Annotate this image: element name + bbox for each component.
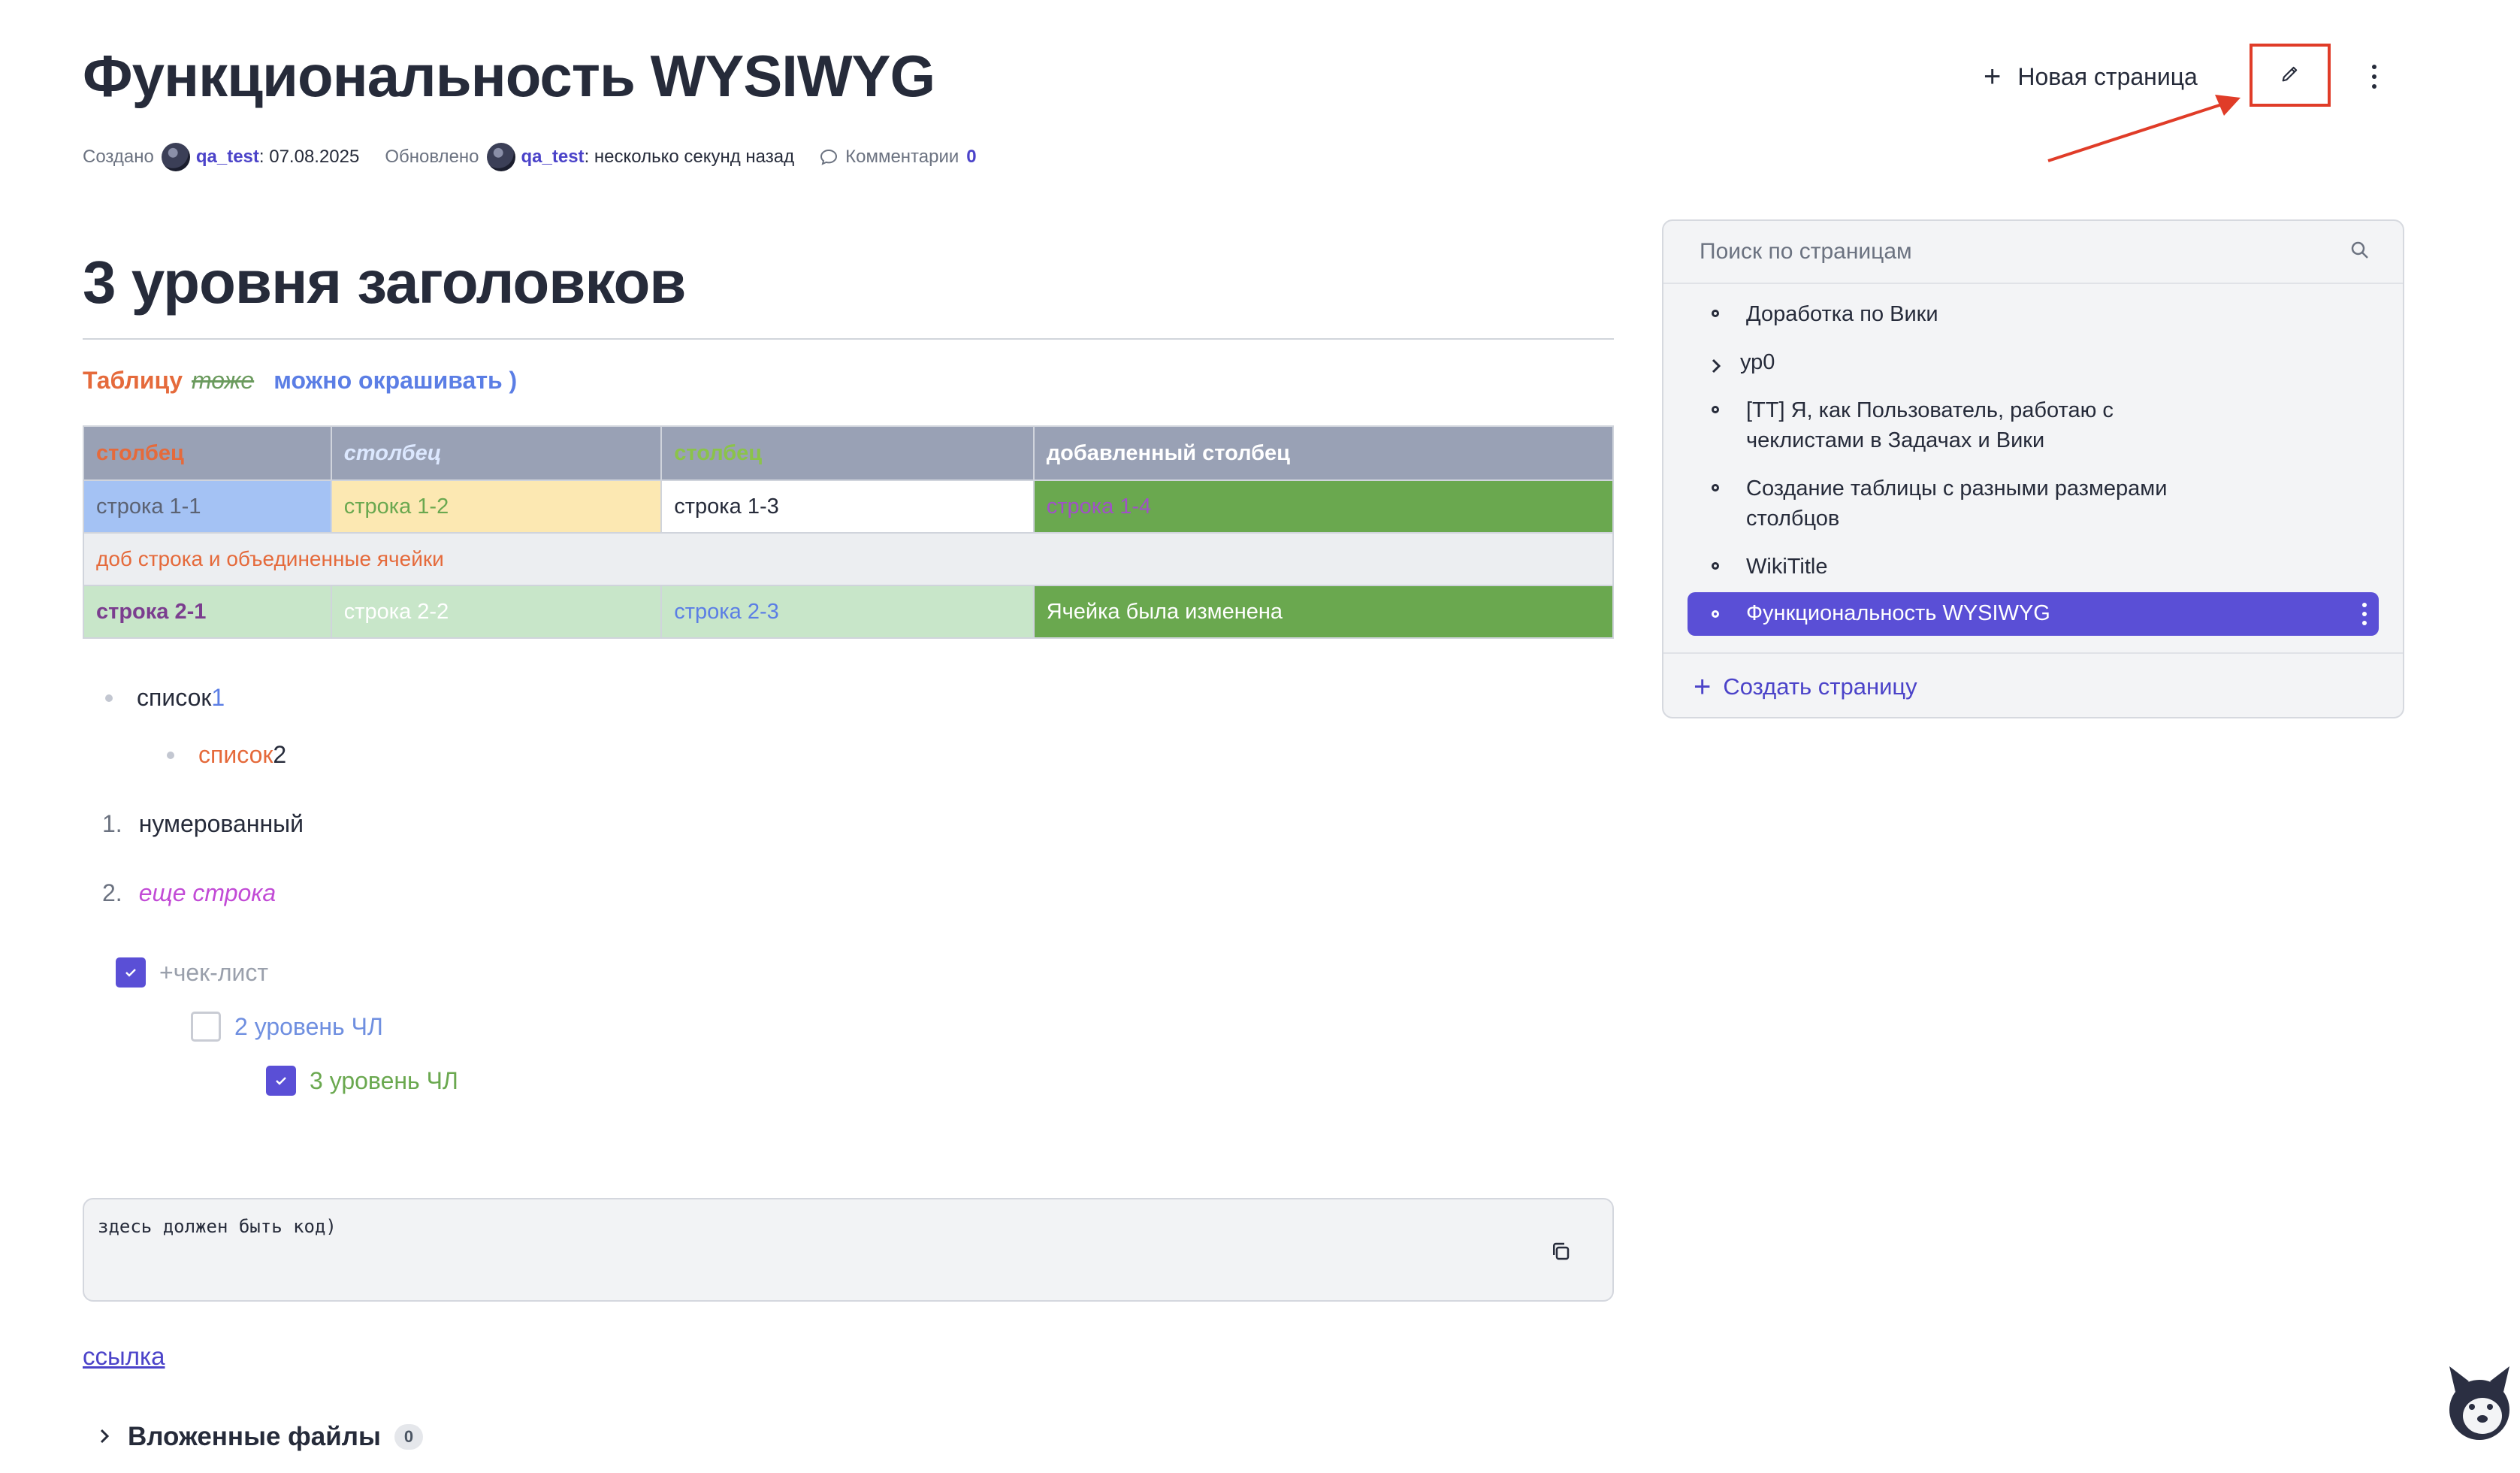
ordered-list-item: 1. нумерованный	[102, 810, 304, 837]
table-row: доб строка и объединенные ячейки	[83, 532, 1614, 586]
updated-date: : несколько секунд назад	[584, 147, 795, 167]
bullet-icon	[1712, 310, 1719, 317]
bullet-icon	[1712, 484, 1719, 492]
table-caption: Таблицу тоже можно окрашивать )	[83, 367, 518, 394]
page-meta: Создано qa_test : 07.08.2025 Обновлено q…	[83, 143, 977, 171]
updated-label: Обновлено	[385, 147, 479, 167]
attachments-label: Вложенные файлы	[128, 1422, 381, 1451]
annotation-arrow	[2047, 95, 2241, 162]
checklist-item: +чек-лист	[116, 957, 268, 988]
content-table[interactable]: столбец столбец столбец добавленный стол…	[83, 425, 1615, 639]
search-placeholder: Поиск по страницам	[1700, 239, 1912, 264]
created-label: Создано	[83, 147, 154, 167]
divider	[83, 338, 1614, 340]
plus-icon: +	[1694, 670, 1712, 703]
avatar[interactable]	[486, 143, 515, 171]
search-icon[interactable]	[2349, 239, 2371, 265]
table-cell[interactable]: строка 2-3	[660, 585, 1035, 639]
checklist-item: 3 уровень ЧЛ	[266, 1066, 458, 1096]
tree-item[interactable]: [ТТ] Я, как Пользователь, работаю с чекл…	[1700, 395, 2391, 455]
comments-label[interactable]: Комментарии	[845, 147, 959, 168]
ordered-list-item: 2. еще строка	[102, 879, 276, 906]
heading-level-1: 3 уровня заголовков	[83, 249, 686, 316]
tree-item[interactable]: Создание таблицы с разными размерами сто…	[1700, 473, 2391, 534]
search-input[interactable]: Поиск по страницам	[1663, 221, 2403, 284]
table-header-cell[interactable]: столбец	[660, 425, 1035, 481]
checklist-item: 2 уровень ЧЛ	[191, 1012, 383, 1042]
table-header-cell[interactable]: столбец	[330, 425, 663, 481]
attachments-count-badge: 0	[394, 1424, 424, 1450]
bullet-icon	[1712, 610, 1719, 618]
page-title: Функциональность WYSIWYG	[83, 43, 935, 109]
page-tree-panel: Поиск по страницам Доработка по Вики ур0…	[1662, 219, 2404, 718]
table-cell[interactable]: строка 1-4	[1032, 479, 1615, 534]
table-cell[interactable]: строка 1-3	[660, 479, 1035, 534]
more-options-button[interactable]	[2365, 62, 2383, 92]
assistant-mascot-icon[interactable]	[2442, 1362, 2517, 1444]
code-block[interactable]: здесь должен быть код)	[83, 1198, 1614, 1302]
pencil-icon	[2280, 63, 2301, 88]
plus-icon: +	[1984, 60, 2002, 93]
edit-button[interactable]	[2250, 44, 2331, 107]
list-item: список 2	[167, 741, 286, 769]
table-cell[interactable]: строка 2-2	[330, 585, 663, 639]
bullet-icon	[1712, 406, 1719, 413]
table-row: строка 1-1 строка 1-2 строка 1-3 строка …	[83, 479, 1615, 534]
content-link[interactable]: ссылка	[83, 1342, 165, 1371]
attachments-toggle[interactable]: Вложенные файлы 0	[98, 1422, 424, 1452]
table-header-cell[interactable]: добавленный столбец	[1032, 425, 1615, 481]
updated-user-link[interactable]: qa_test	[521, 147, 585, 168]
table-cell[interactable]: строка 1-1	[83, 479, 332, 534]
create-page-label: Создать страницу	[1723, 673, 1917, 700]
table-cell[interactable]: строка 2-1	[83, 585, 332, 639]
bullet-icon	[1712, 562, 1719, 570]
table-header-cell[interactable]: столбец	[83, 425, 332, 481]
created-date: : 07.08.2025	[258, 147, 360, 167]
chevron-right-icon	[98, 1422, 111, 1452]
table-cell[interactable]: Ячейка была изменена	[1032, 585, 1615, 639]
copy-icon[interactable]	[1549, 1240, 1572, 1266]
table-merged-cell[interactable]: доб строка и объединенные ячейки	[83, 532, 1614, 586]
created-user-link[interactable]: qa_test	[196, 147, 259, 168]
more-options-icon[interactable]	[2362, 603, 2367, 625]
table-row: строка 2-1 строка 2-2 строка 2-3 Ячейка …	[83, 585, 1615, 639]
code-text: здесь должен быть код)	[98, 1216, 337, 1237]
checkbox-checked[interactable]	[266, 1066, 296, 1096]
table-header-row: столбец столбец столбец добавленный стол…	[83, 425, 1615, 481]
create-page-button[interactable]: + Создать страницу	[1694, 672, 1917, 702]
list-item: список 1	[105, 684, 225, 712]
divider	[1663, 652, 2403, 654]
comments-count[interactable]: 0	[966, 147, 976, 168]
avatar[interactable]	[161, 143, 190, 171]
checkbox-unchecked[interactable]	[191, 1012, 221, 1042]
table-cell[interactable]: строка 1-2	[330, 479, 663, 534]
checkbox-checked[interactable]	[116, 957, 146, 988]
chevron-right-icon[interactable]	[1710, 353, 1722, 383]
tree-item-active[interactable]: Функциональность WYSIWYG	[1688, 592, 2379, 636]
comment-icon[interactable]	[820, 149, 838, 165]
